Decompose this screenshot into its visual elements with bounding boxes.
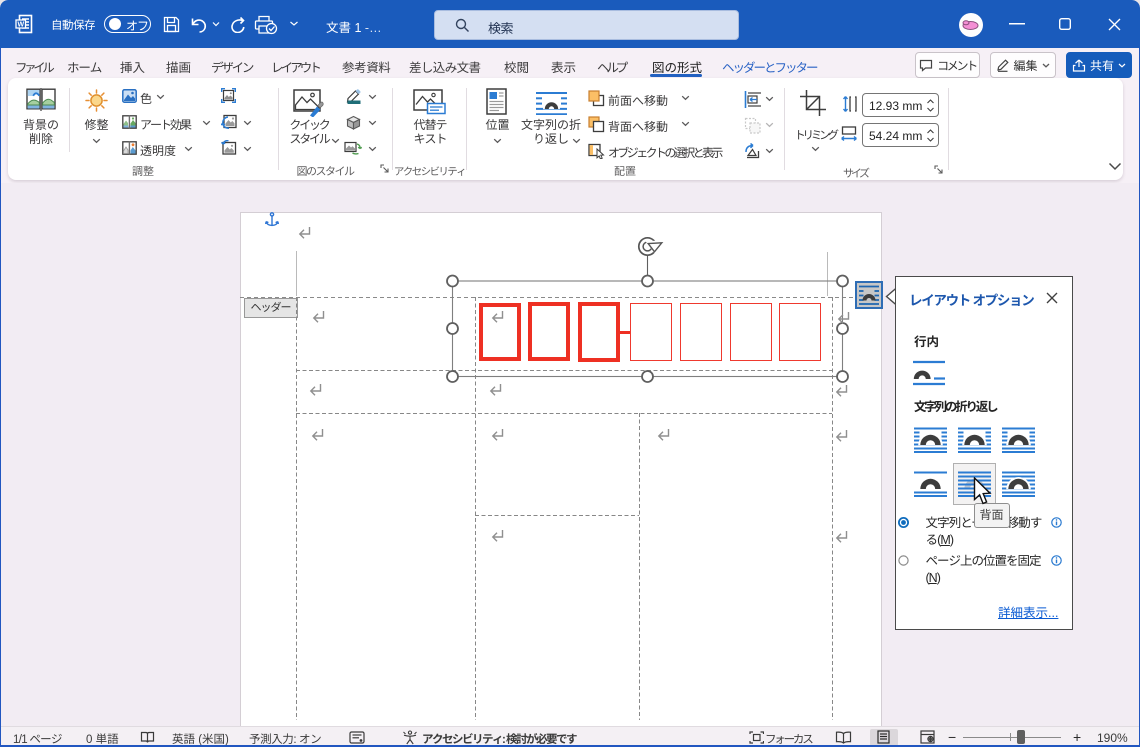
svg-text:W: W: [17, 22, 24, 29]
